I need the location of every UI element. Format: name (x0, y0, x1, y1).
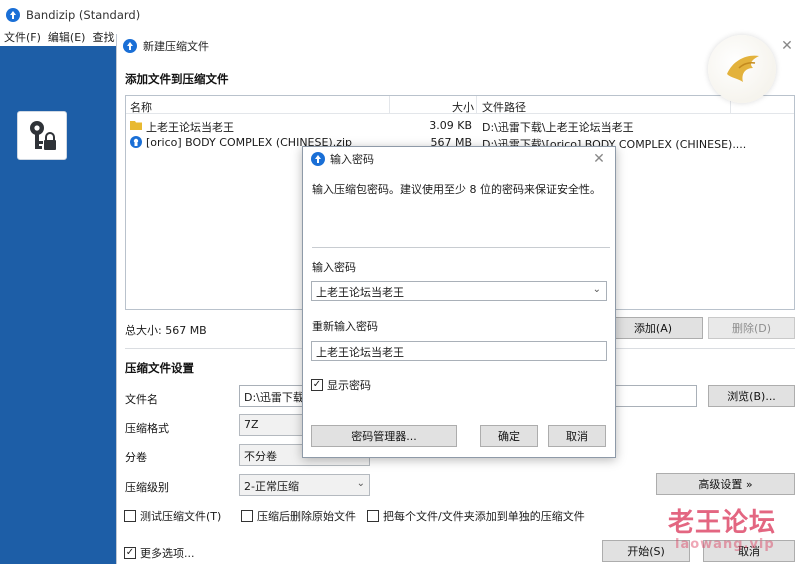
checkbox-label: 把每个文件/文件夹添加到单独的压缩文件 (383, 510, 585, 523)
close-icon[interactable]: ✕ (779, 38, 795, 54)
bandizip-logo-icon (123, 39, 137, 53)
archive-icon (130, 136, 142, 148)
format-select-value: 7Z (244, 418, 259, 431)
add-files-section-title: 添加文件到压缩文件 (125, 72, 229, 86)
reenter-password-label: 重新输入密码 (312, 320, 378, 333)
level-label: 压缩级别 (125, 481, 169, 494)
total-size: 总大小: 567 MB (125, 324, 207, 337)
left-side-panel (0, 46, 116, 564)
settings-section-title: 压缩文件设置 (125, 361, 194, 375)
separate-archives-checkbox[interactable]: 把每个文件/文件夹添加到单独的压缩文件 (367, 508, 585, 524)
more-options-checkbox[interactable]: ✓ 更多选项... (124, 545, 195, 561)
level-select[interactable]: 2-正常压缩 ⌄ (239, 474, 370, 496)
archive-titlebar: 新建压缩文件 ✕ (117, 34, 800, 58)
checkbox-label: 压缩后删除原始文件 (257, 510, 356, 523)
checkbox-label: 更多选项... (140, 547, 195, 560)
archive-window-title: 新建压缩文件 (143, 40, 209, 53)
split-select-value: 不分卷 (244, 450, 277, 463)
file-path: D:\迅雷下载\上老王论坛当老王 (482, 121, 634, 134)
delete-button[interactable]: 删除(D) (708, 317, 795, 339)
encrypt-tile[interactable] (17, 111, 67, 160)
watermark-subtext: laowang.vip (675, 537, 775, 552)
browse-button[interactable]: 浏览(B)... (708, 385, 795, 407)
password-label: 输入密码 (312, 261, 356, 274)
password-dialog-titlebar: 输入密码 ✕ (303, 147, 615, 171)
checkmark-icon: ✓ (124, 547, 136, 559)
cancel-button[interactable]: 取消 (548, 425, 606, 447)
dialog-divider (312, 247, 610, 248)
add-button[interactable]: 添加(A) (603, 317, 703, 339)
checkbox-box (367, 510, 379, 522)
delete-after-checkbox[interactable]: 压缩后删除原始文件 (241, 508, 356, 524)
menu-file[interactable]: 文件(F) (4, 29, 41, 45)
password-input[interactable]: 上老王论坛当老王 ⌄ (311, 281, 607, 301)
checkbox-label: 测试压缩文件(T) (140, 510, 222, 523)
file-list-header: 名称 大小 文件路径 (126, 96, 794, 114)
column-separator (389, 96, 390, 114)
bandizip-logo-icon (6, 8, 20, 22)
menu-find[interactable]: 查找 (92, 29, 114, 45)
show-password-checkbox[interactable]: ✓ 显示密码 (311, 377, 371, 393)
main-menubar: 文件(F) 编辑(E) 查找 (0, 28, 120, 46)
column-size[interactable]: 大小 (452, 99, 474, 115)
bandizip-logo-icon (311, 152, 325, 166)
column-separator (476, 96, 477, 114)
chevron-down-icon: ⌄ (356, 478, 365, 489)
main-titlebar: Bandizip (Standard) (0, 0, 800, 30)
file-name: 上老王论坛当老王 (146, 121, 234, 134)
checkmark-icon: ✓ (311, 379, 323, 391)
password-dialog: 输入密码 ✕ 输入压缩包密码。建议使用至少 8 位的密码来保证安全性。 输入密码… (302, 146, 616, 458)
advanced-settings-button[interactable]: 高级设置 » (656, 473, 795, 495)
reenter-password-input[interactable]: 上老王论坛当老王 (311, 341, 607, 361)
column-path[interactable]: 文件路径 (482, 99, 526, 115)
key-lock-icon (30, 120, 56, 150)
password-input-value: 上老王论坛当老王 (316, 286, 404, 299)
password-dialog-title: 输入密码 (330, 153, 374, 166)
folder-icon (130, 121, 142, 130)
chevron-down-icon[interactable]: ⌄ (593, 284, 601, 295)
close-icon[interactable]: ✕ (591, 151, 607, 167)
file-size: 3.09 KB (429, 119, 472, 132)
bird-logo-icon (708, 35, 776, 103)
filename-label: 文件名 (125, 393, 158, 406)
ok-button[interactable]: 确定 (480, 425, 538, 447)
column-name[interactable]: 名称 (130, 99, 152, 115)
split-label: 分卷 (125, 451, 147, 464)
checkbox-box (124, 510, 136, 522)
checkbox-label: 显示密码 (327, 379, 371, 392)
table-row[interactable]: 上老王论坛当老王 3.09 KB D:\迅雷下载\上老王论坛当老王 (126, 117, 794, 134)
password-description: 输入压缩包密码。建议使用至少 8 位的密码来保证安全性。 (312, 183, 601, 196)
format-label: 压缩格式 (125, 422, 169, 435)
checkbox-box (241, 510, 253, 522)
main-window-title: Bandizip (Standard) (26, 8, 141, 22)
watermark-text: 老王论坛 (668, 508, 777, 538)
test-archive-checkbox[interactable]: 测试压缩文件(T) (124, 508, 221, 524)
menu-edit[interactable]: 编辑(E) (48, 29, 86, 45)
level-select-value: 2-正常压缩 (244, 480, 299, 493)
password-manager-button[interactable]: 密码管理器... (311, 425, 457, 447)
